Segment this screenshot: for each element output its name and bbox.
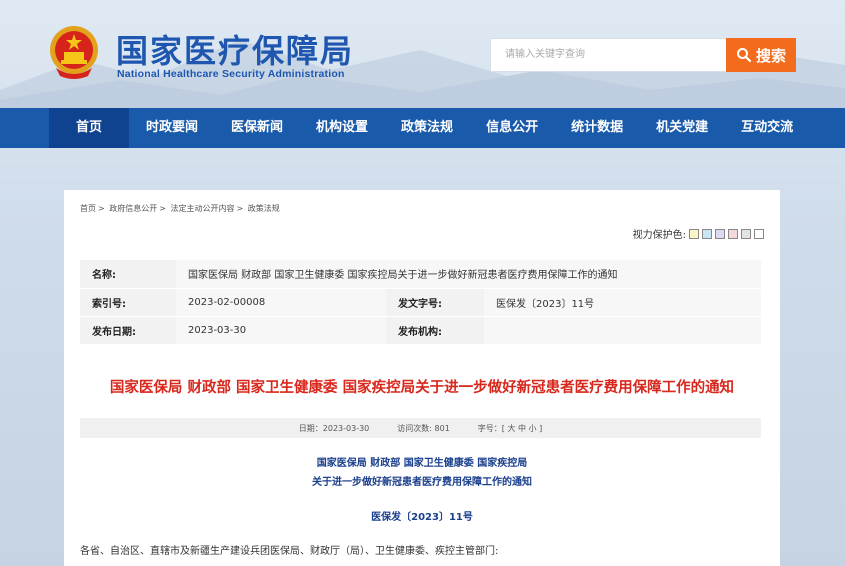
org-label: 发布机构: <box>386 316 484 345</box>
vision-swatch-gray[interactable] <box>741 228 751 239</box>
vision-swatch-blue[interactable] <box>702 228 712 239</box>
document-title: 国家医保局 财政部 国家卫生健康委 国家疾控局关于进一步做好新冠患者医疗费用保障… <box>109 380 735 396</box>
breadcrumb-separator: > <box>159 204 166 213</box>
breadcrumb: 首页 > 政府信息公开 > 法定主动公开内容 > 政策法规 <box>80 203 282 214</box>
breadcrumb-separator: > <box>98 204 105 213</box>
meta-font-size[interactable]: 字号：[ 大 中 小 ] <box>478 423 542 434</box>
breadcrumb-policy[interactable]: 政策法规 <box>248 204 280 213</box>
nav-item-home[interactable]: 首页 <box>49 108 129 148</box>
nav-item-info-disclosure[interactable]: 信息公开 <box>470 108 554 148</box>
vision-swatch-white[interactable] <box>754 228 764 239</box>
index-label: 索引号: <box>80 288 176 317</box>
nav-item-organization[interactable]: 机构设置 <box>300 108 384 148</box>
document-info-table: 名称: 国家医保局 财政部 国家卫生健康委 国家疾控局关于进一步做好新冠患者医疗… <box>80 260 761 345</box>
site-subtitle: National Healthcare Security Administrat… <box>117 68 345 80</box>
nav-item-healthcare-news[interactable]: 医保新闻 <box>215 108 299 148</box>
table-row: 发布日期: 2023-03-30 发布机构: <box>80 316 761 345</box>
issuer-line-1: 国家医保局 财政部 国家卫生健康委 国家疾控局 <box>316 458 528 469</box>
vision-swatch-pink[interactable] <box>728 228 738 239</box>
search-button[interactable]: 搜索 <box>726 38 796 72</box>
index-value: 2023-02-00008 <box>176 288 386 317</box>
date-value: 2023-03-30 <box>176 316 386 345</box>
nav-item-party[interactable]: 机关党建 <box>640 108 724 148</box>
breadcrumb-gov-info[interactable]: 政府信息公开 <box>109 204 157 213</box>
breadcrumb-separator: > <box>236 204 244 213</box>
docno-label: 发文字号: <box>386 288 484 317</box>
vision-protection: 视力保护色: <box>633 226 764 241</box>
date-label: 发布日期: <box>80 316 176 345</box>
national-emblem-icon <box>50 26 98 79</box>
site-header: 国家医疗保障局 National Healthcare Security Adm… <box>0 0 845 108</box>
vision-label: 视力保护色: <box>632 230 686 241</box>
search-button-label: 搜索 <box>755 46 786 65</box>
search-input[interactable]: 请输入关键字查询 <box>490 38 726 72</box>
content-card: 首页 > 政府信息公开 > 法定主动公开内容 > 政策法规 视力保护色: 名称: 国家… <box>64 190 780 566</box>
site-title: 国家医疗保障局 <box>116 32 355 70</box>
nav-item-statistics[interactable]: 统计数据 <box>555 108 639 148</box>
document-salutation: 各省、自治区、直辖市及新疆生产建设兵团医保局、财政厅（局）、卫生健康委、疾控主管… <box>80 546 499 557</box>
table-row: 名称: 国家医保局 财政部 国家卫生健康委 国家疾控局关于进一步做好新冠患者医疗… <box>80 260 761 289</box>
vision-swatch-yellow[interactable] <box>689 228 699 239</box>
meta-visits: 访问次数: 801 <box>397 423 450 433</box>
document-issuer: 国家医保局 财政部 国家卫生健康委 国家疾控局 关于进一步做好新冠患者医疗费用保… <box>64 454 780 492</box>
name-label: 名称: <box>80 260 176 289</box>
docno-value: 医保发〔2023〕11号 <box>484 288 761 317</box>
breadcrumb-home[interactable]: 首页 <box>80 204 96 213</box>
org-value <box>484 316 761 345</box>
nav-item-policy[interactable]: 政策法规 <box>385 108 469 148</box>
vision-swatch-purple[interactable] <box>715 228 725 239</box>
table-row: 索引号: 2023-02-00008 发文字号: 医保发〔2023〕11号 <box>80 288 761 317</box>
issuer-line-2: 关于进一步做好新冠患者医疗费用保障工作的通知 <box>312 477 532 488</box>
document-number: 医保发〔2023〕11号 <box>371 512 473 523</box>
meta-date: 日期：2023-03-30 <box>298 423 370 433</box>
document-meta-bar: 日期：2023-03-30 访问次数: 801 字号：[ 大 中 小 ] <box>80 418 761 438</box>
main-nav: 首页 时政要闻 医保新闻 机构设置 政策法规 信息公开 统计数据 机关党建 互动… <box>0 108 845 148</box>
nav-item-interaction[interactable]: 互动交流 <box>725 108 809 148</box>
name-value: 国家医保局 财政部 国家卫生健康委 国家疾控局关于进一步做好新冠患者医疗费用保障… <box>176 260 761 289</box>
nav-item-politics-news[interactable]: 时政要闻 <box>130 108 214 148</box>
breadcrumb-legal-content[interactable]: 法定主动公开内容 <box>171 204 235 213</box>
search-icon <box>736 48 752 63</box>
